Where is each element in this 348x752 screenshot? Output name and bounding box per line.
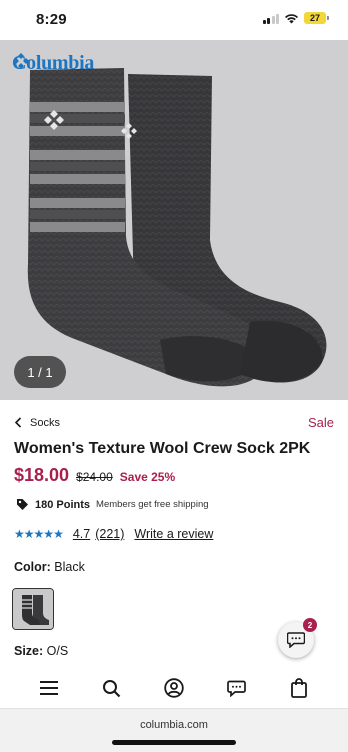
bag-icon: [290, 678, 307, 698]
breadcrumb-label: Socks: [30, 416, 60, 429]
savings-label: Save 25%: [119, 470, 176, 484]
star-icon: ★: [53, 527, 64, 541]
rating-row: ★ ★ ★ ★ ★ 4.7 (221) Write a review: [14, 527, 213, 541]
product-title: Women's Texture Wool Crew Sock 2PK: [14, 440, 311, 457]
status-icons: 27: [262, 12, 329, 24]
size-label: Size:: [14, 644, 44, 658]
write-review-link[interactable]: Write a review: [134, 527, 213, 541]
columbia-diamond-icon: [13, 53, 29, 69]
image-pager: 1 / 1: [14, 356, 66, 388]
star-icon: ★: [14, 527, 25, 541]
star-icon: ★: [23, 527, 35, 541]
search-button[interactable]: [98, 674, 126, 702]
battery-icon: 27: [304, 12, 329, 24]
bag-button[interactable]: [285, 674, 313, 702]
color-row: Color: Black: [14, 560, 85, 574]
price-row: $18.00 $24.00 Save 25%: [14, 465, 175, 486]
bottom-nav: [0, 668, 348, 708]
url-text: columbia.com: [140, 719, 208, 731]
product-image-gallery[interactable]: Columbia 1 / 1: [0, 40, 348, 400]
rating-value[interactable]: 4.7: [73, 527, 90, 541]
rewards-note: Members get free shipping: [96, 499, 209, 510]
menu-button[interactable]: [35, 674, 63, 702]
star-icon: ★: [43, 527, 54, 541]
color-swatch-black[interactable]: [12, 588, 54, 630]
star-icon: ★: [33, 527, 45, 541]
status-bar: 8:29 27: [0, 0, 348, 40]
product-image: [0, 40, 348, 400]
tag-icon: [17, 499, 28, 510]
chat-icon: [227, 680, 246, 697]
color-value: Black: [54, 560, 85, 574]
menu-icon: [40, 681, 59, 695]
size-row: Size: O/S: [14, 644, 68, 658]
sale-tag: Sale: [307, 415, 334, 430]
star-rating: ★ ★ ★ ★ ★: [14, 527, 64, 541]
swatch-sock-image: [13, 589, 53, 629]
breadcrumb[interactable]: Socks: [14, 417, 60, 429]
chat-nav-button[interactable]: [222, 674, 250, 702]
review-count[interactable]: (221): [95, 527, 124, 541]
size-value: O/S: [46, 644, 69, 658]
rewards-points: 180 Points: [35, 498, 91, 511]
browser-url-bar[interactable]: columbia.com: [0, 708, 348, 752]
home-indicator[interactable]: [112, 740, 236, 745]
account-button[interactable]: [160, 674, 188, 702]
columbia-logo[interactable]: Columbia: [12, 52, 94, 75]
chat-bubble-icon: [287, 632, 305, 648]
search-icon: [103, 679, 121, 697]
chat-badge: 2: [303, 618, 317, 632]
status-time: 8:29: [36, 11, 67, 28]
chat-button[interactable]: 2: [278, 618, 317, 658]
cellular-signal-icon: [262, 13, 279, 24]
color-label: Color:: [14, 560, 51, 574]
account-icon: [164, 678, 184, 698]
rewards-row: 180 Points Members get free shipping: [16, 498, 209, 511]
wifi-icon: [285, 13, 298, 23]
breadcrumb-row: Socks Sale: [14, 415, 334, 430]
original-price: $24.00: [76, 470, 113, 484]
sale-price: $18.00: [14, 465, 70, 485]
chevron-left-icon: [14, 417, 22, 428]
